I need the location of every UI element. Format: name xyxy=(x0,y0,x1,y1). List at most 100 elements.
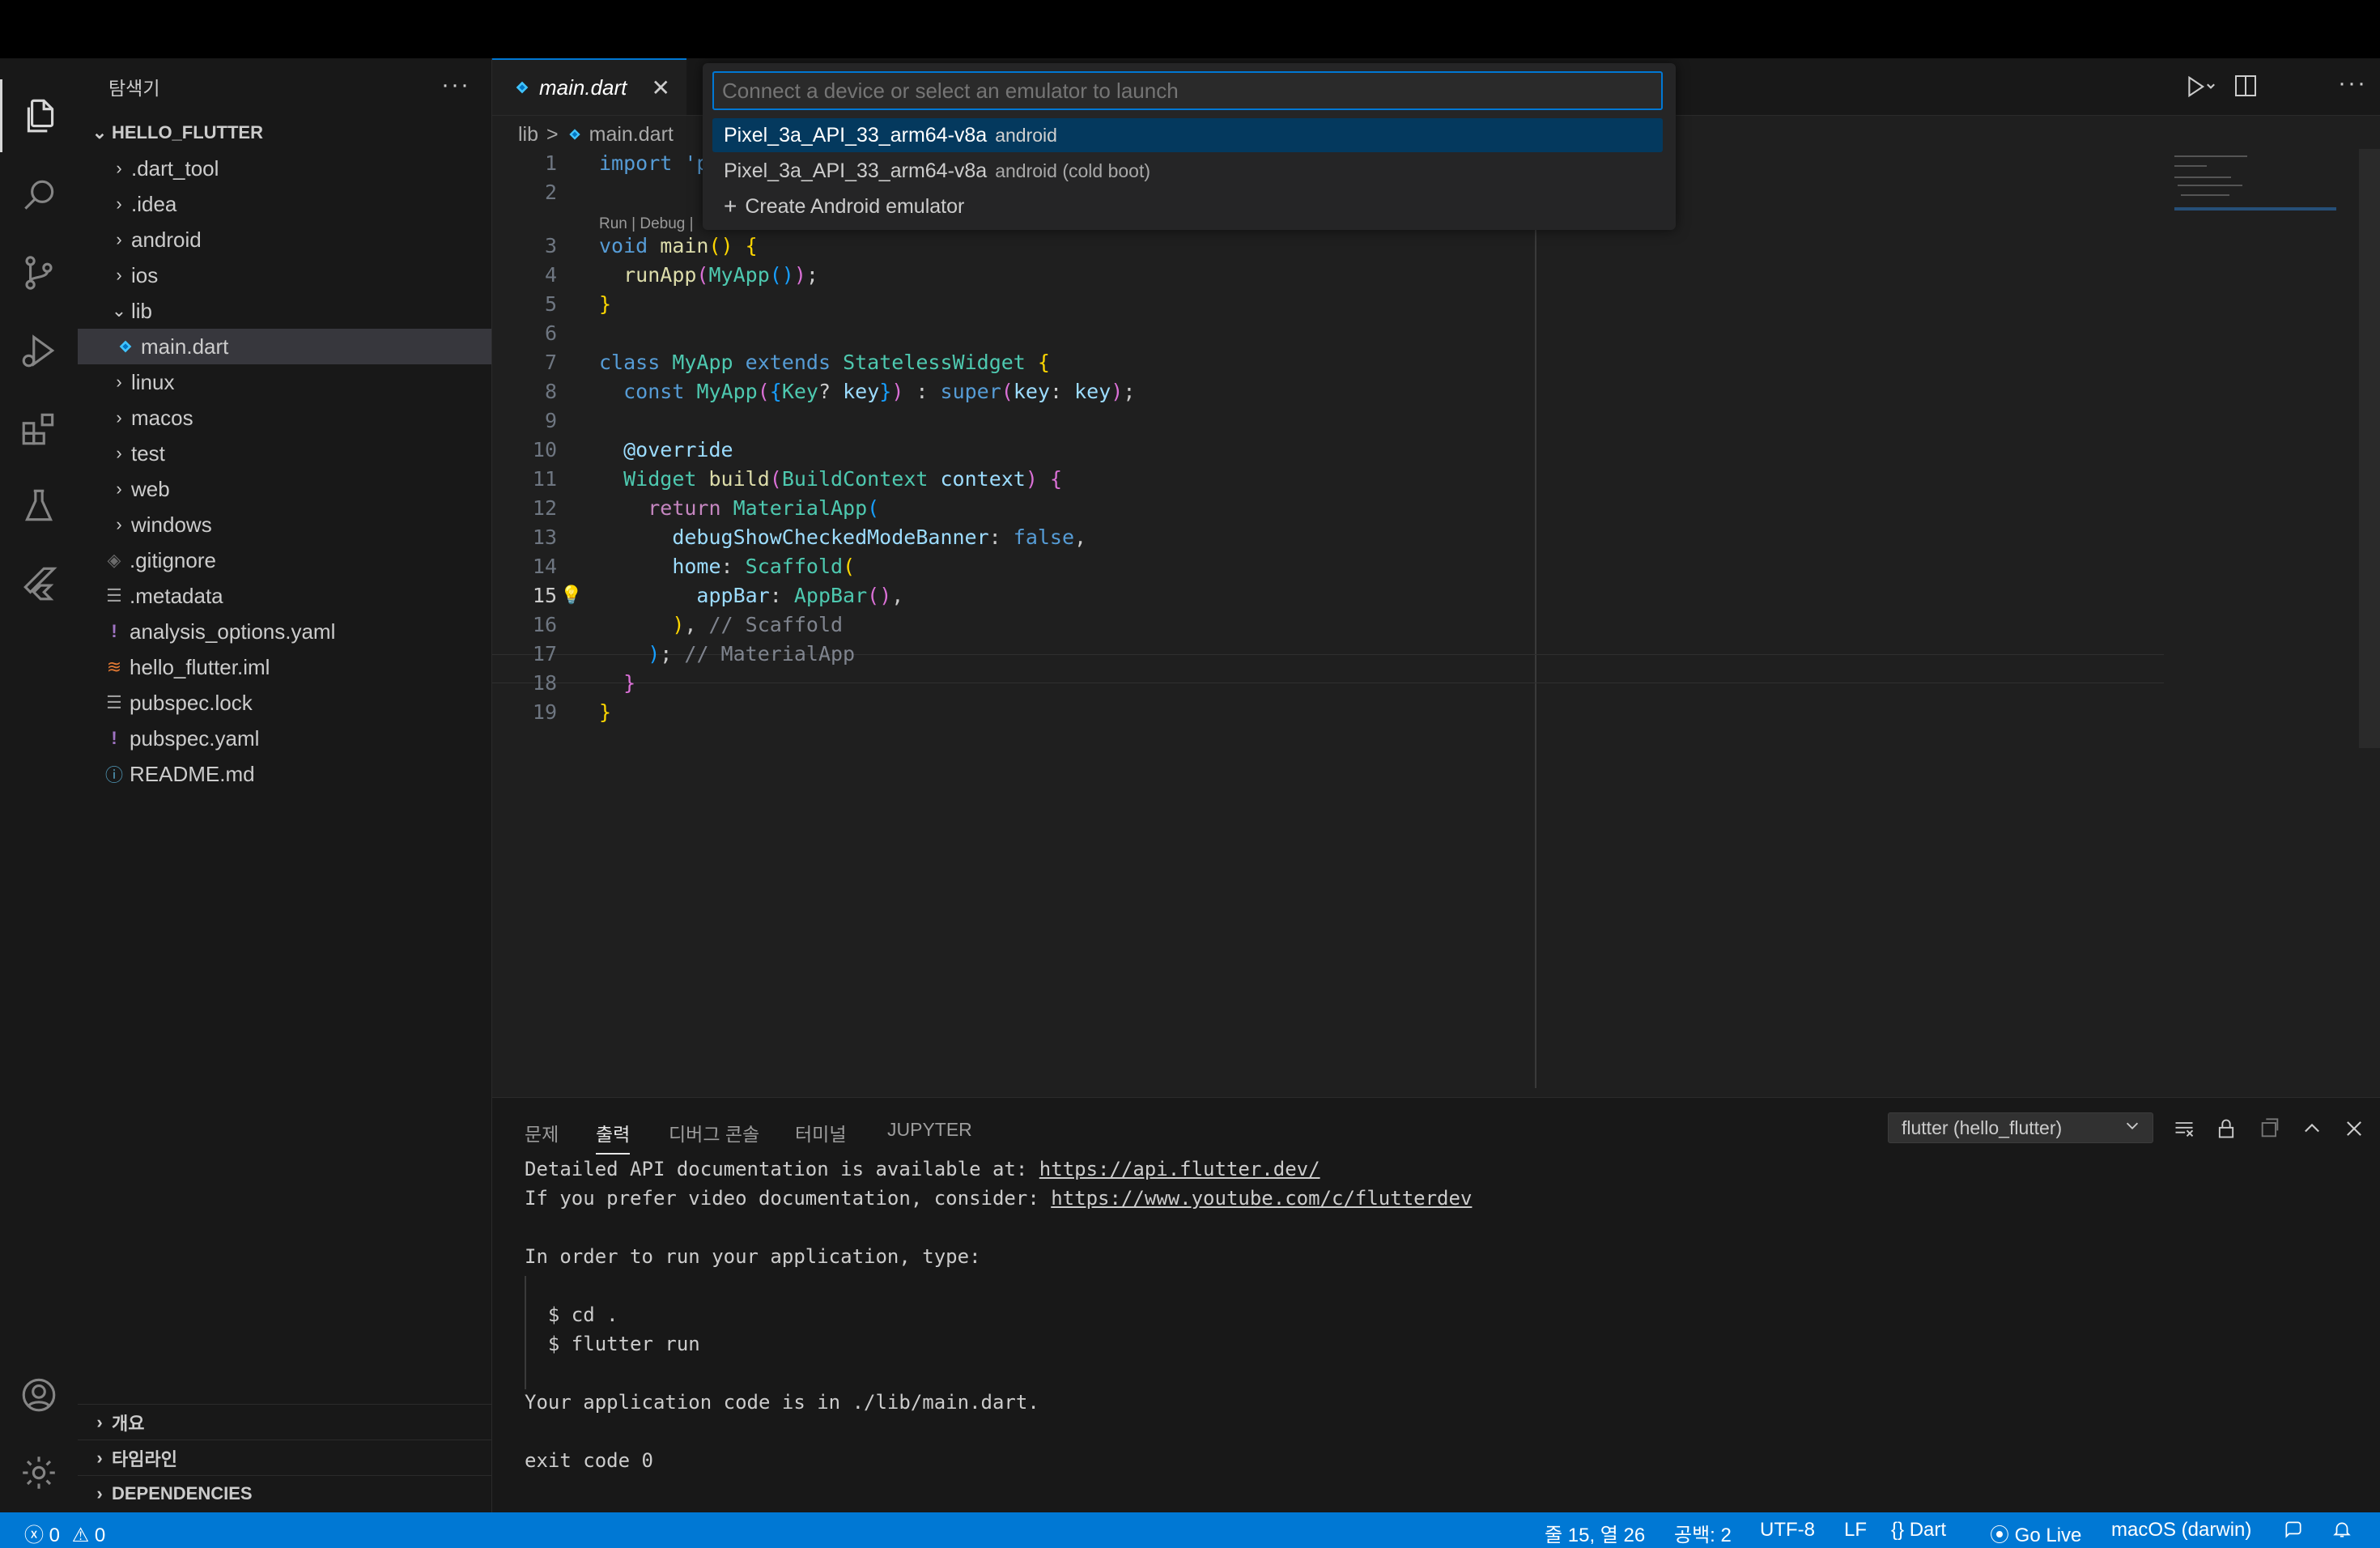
notifications-bell-icon[interactable] xyxy=(2331,1519,2352,1546)
extensions-icon[interactable] xyxy=(0,392,78,465)
feedback-icon[interactable] xyxy=(2283,1519,2304,1546)
tree-folder-web[interactable]: › web xyxy=(78,471,491,507)
tab-problems[interactable]: 문제 xyxy=(525,1119,559,1146)
tree-item-label: test xyxy=(131,440,165,466)
tab-terminal[interactable]: 터미널 xyxy=(795,1119,846,1146)
tree-folder-linux[interactable]: › linux xyxy=(78,364,491,400)
flutter-icon[interactable] xyxy=(0,547,78,620)
device-search-input[interactable] xyxy=(712,71,1663,110)
tree-folder-lib[interactable]: ⌄ lib xyxy=(78,293,491,329)
tab-main-dart[interactable]: main.dart ✕ xyxy=(492,58,686,115)
code-line-7: class MyApp extends StatelessWidget { xyxy=(599,351,1050,374)
settings-gear-icon[interactable] xyxy=(0,1436,78,1509)
tab-jupyter[interactable]: JUPYTER xyxy=(887,1119,972,1141)
device-option-pixel-3a-cold-boot[interactable]: Pixel_3a_API_33_arm64-v8a android (cold … xyxy=(712,154,1663,188)
tab-debug-console[interactable]: 디버그 콘솔 xyxy=(669,1119,759,1146)
tree-item-label: linux xyxy=(131,369,175,394)
line-number: 8 xyxy=(544,380,557,403)
eol-status[interactable]: LF xyxy=(1844,1519,1867,1542)
tree-file-main-dart[interactable]: main.dart xyxy=(78,329,491,364)
bottom-panel: 문제 출력 디버그 콘솔 터미널 JUPYTER flutter (hello_… xyxy=(492,1097,2380,1513)
output-content[interactable]: Detailed API documentation is available … xyxy=(492,1155,2380,1511)
chevron-right-icon: › xyxy=(96,1483,103,1503)
lightbulb-icon[interactable]: 💡 xyxy=(560,581,582,610)
tree-folder-test[interactable]: › test xyxy=(78,436,491,471)
create-android-emulator-option[interactable]: + Create Android emulator xyxy=(712,189,1663,223)
code-line-13: debugShowCheckedModeBanner: false, xyxy=(672,525,1087,549)
lock-scroll-icon[interactable] xyxy=(2212,1114,2241,1143)
device-status[interactable]: macOS (darwin) xyxy=(2111,1519,2251,1542)
account-icon[interactable] xyxy=(0,1359,78,1431)
chevron-right-icon: › xyxy=(116,478,122,499)
tree-folder-idea[interactable]: › .idea xyxy=(78,186,491,222)
line-number: 19 xyxy=(532,700,557,724)
youtube-link[interactable]: https://www.youtube.com/c/flutterdev xyxy=(1051,1187,1472,1210)
split-editor-icon[interactable] xyxy=(2233,73,2259,104)
chevron-down-icon: ⌄ xyxy=(111,300,127,321)
chevron-right-icon: › xyxy=(116,407,122,427)
cursor-position-status[interactable]: 줄 15, 열 26 xyxy=(1545,1519,1645,1547)
search-icon[interactable] xyxy=(0,159,78,232)
code-line-14: home: Scaffold( xyxy=(672,555,856,578)
tree-folder-dart-tool[interactable]: › .dart_tool xyxy=(78,151,491,186)
run-dropdown-icon[interactable] xyxy=(2182,73,2216,104)
clear-output-icon[interactable] xyxy=(2170,1114,2199,1143)
testing-icon[interactable] xyxy=(0,470,78,542)
device-option-desc: android (cold boot) xyxy=(995,159,1151,181)
open-in-editor-icon[interactable] xyxy=(2255,1114,2284,1143)
breadcrumb-file[interactable]: main.dart xyxy=(589,123,674,147)
minimap[interactable] xyxy=(2168,149,2346,214)
indentation-status[interactable]: 공백: 2 xyxy=(1674,1519,1732,1547)
yaml-file-icon: ! xyxy=(111,621,117,641)
editor-more-actions-button[interactable]: ··· xyxy=(2338,70,2367,97)
tree-item-label: ios xyxy=(131,262,159,287)
tree-file-readme[interactable]: ⓘ README.md xyxy=(78,756,491,792)
encoding-status[interactable]: UTF-8 xyxy=(1760,1519,1815,1542)
dependencies-section-header[interactable]: › DEPENDENCIES xyxy=(78,1475,491,1512)
chevron-right-icon: › xyxy=(116,229,122,249)
text-file-icon: ☰ xyxy=(106,692,122,712)
code-line-1: import 'p xyxy=(599,149,708,178)
window-titlebar xyxy=(0,0,2380,58)
tree-file-pubspec-yaml[interactable]: ! pubspec.yaml xyxy=(78,721,491,756)
tree-file-analysis-options[interactable]: ! analysis_options.yaml xyxy=(78,614,491,649)
run-debug-codelens[interactable]: Run | Debug | xyxy=(599,215,694,233)
tree-file-metadata[interactable]: ☰ .metadata xyxy=(78,578,491,614)
tree-folder-macos[interactable]: › macos xyxy=(78,400,491,436)
source-control-icon[interactable] xyxy=(0,236,78,309)
code-editor[interactable]: 1 import 'p 2 Run | Debug | 3 void main() … xyxy=(492,149,2192,1088)
tab-label: main.dart xyxy=(539,74,627,100)
tab-output[interactable]: 출력 xyxy=(596,1119,631,1155)
device-option-pixel-3a[interactable]: Pixel_3a_API_33_arm64-v8a android xyxy=(712,118,1663,152)
editor-actions xyxy=(2182,73,2259,104)
code-line-16: ), // Scaffold xyxy=(672,613,844,636)
breadcrumb-folder[interactable]: lib xyxy=(518,123,538,147)
tree-file-hello-flutter-iml[interactable]: ≋ hello_flutter.iml xyxy=(78,649,491,685)
problems-status[interactable]: ⓧ 0 ⚠ 0 xyxy=(24,1519,105,1547)
workspace-root[interactable]: ⌄ HELLO_FLUTTER xyxy=(78,115,491,151)
go-live-status[interactable]: ⦿ Go Live xyxy=(1990,1519,2081,1547)
api-docs-link[interactable]: https://api.flutter.dev/ xyxy=(1039,1158,1320,1180)
timeline-section-header[interactable]: › 타임라인 xyxy=(78,1440,491,1476)
explorer-icon[interactable] xyxy=(0,79,78,152)
editor-scrollbar[interactable] xyxy=(2359,149,2380,748)
close-tab-icon[interactable]: ✕ xyxy=(652,74,670,101)
maximize-panel-icon[interactable] xyxy=(2297,1114,2327,1143)
close-panel-icon[interactable] xyxy=(2340,1114,2369,1143)
outline-section-header[interactable]: › 개요 xyxy=(78,1404,491,1440)
tree-folder-ios[interactable]: › ios xyxy=(78,257,491,293)
tree-folder-android[interactable]: › android xyxy=(78,222,491,257)
tree-item-label: analysis_options.yaml xyxy=(130,619,336,644)
more-actions-button[interactable]: ··· xyxy=(441,71,470,99)
line-number: 18 xyxy=(532,671,557,695)
tree-folder-windows[interactable]: › windows xyxy=(78,507,491,542)
language-status[interactable]: {} Dart xyxy=(1891,1519,1946,1542)
language-label: Dart xyxy=(1909,1519,1947,1541)
section-label: DEPENDENCIES xyxy=(112,1483,253,1503)
chevron-right-icon: › xyxy=(116,194,122,214)
tree-item-label: pubspec.lock xyxy=(130,690,253,715)
tree-file-gitignore[interactable]: ◈ .gitignore xyxy=(78,542,491,578)
run-debug-icon[interactable] xyxy=(0,314,78,387)
output-channel-select[interactable]: flutter (hello_flutter) xyxy=(1888,1112,2153,1143)
tree-file-pubspec-lock[interactable]: ☰ pubspec.lock xyxy=(78,685,491,721)
